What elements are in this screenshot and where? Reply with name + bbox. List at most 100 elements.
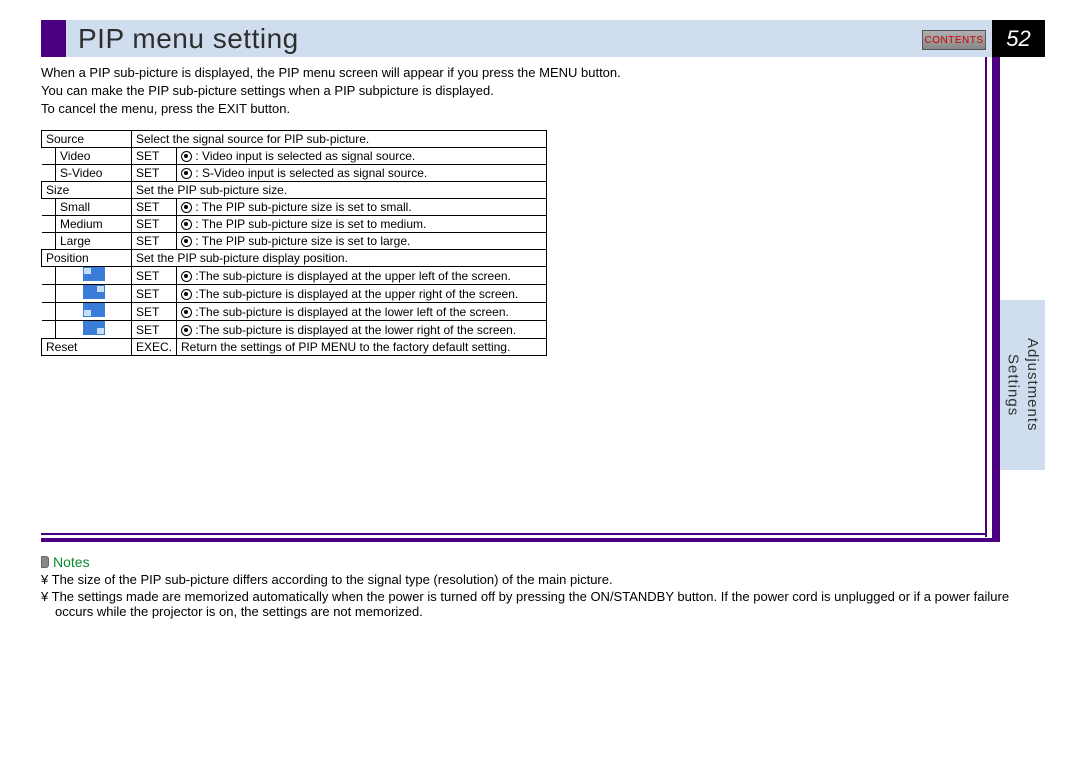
note-2-text: The settings made are memorized automati… <box>52 589 1009 619</box>
page-number-value: 52 <box>1006 26 1030 52</box>
row-position-lr: SET :The sub-picture is displayed at the… <box>42 321 547 339</box>
pip-settings-table: Source Select the signal source for PIP … <box>41 130 547 356</box>
cell-medium-desc-text: : The PIP sub-picture size is set to med… <box>195 217 426 231</box>
cell-pos-ll-desc: :The sub-picture is displayed at the low… <box>177 303 547 321</box>
cell-small-tag: SET <box>132 199 177 216</box>
title-bar: PIP menu setting <box>66 20 992 57</box>
indent <box>42 233 56 250</box>
cell-pos-lr-tag: SET <box>132 321 177 339</box>
section-tab-line2: Settings <box>1005 354 1022 416</box>
indent <box>42 285 56 303</box>
cell-size-label: Size <box>42 182 132 199</box>
cell-video-desc-text: : Video input is selected as signal sour… <box>195 149 415 163</box>
cell-svideo-label: S-Video <box>56 165 132 182</box>
contents-button[interactable]: CONTENTS <box>922 30 986 50</box>
indent <box>42 303 56 321</box>
notes-heading-text: Notes <box>53 554 90 570</box>
set-icon <box>181 289 192 300</box>
set-icon <box>181 271 192 282</box>
row-size-large: Large SET : The PIP sub-picture size is … <box>42 233 547 250</box>
set-icon <box>181 307 192 318</box>
row-size: Size Set the PIP sub-picture size. <box>42 182 547 199</box>
cell-small-label: Small <box>56 199 132 216</box>
divider-vertical-outer <box>992 57 1000 542</box>
cell-large-desc-text: : The PIP sub-picture size is set to lar… <box>195 234 410 248</box>
header-accent <box>41 20 66 57</box>
cell-svideo-desc: : S-Video input is selected as signal so… <box>177 165 547 182</box>
divider-horizontal-outer <box>41 538 1000 542</box>
cell-reset-label: Reset <box>42 339 132 356</box>
page-header: PIP menu setting CONTENTS 52 <box>0 0 1080 57</box>
divider-vertical-inner <box>985 57 987 537</box>
indent <box>42 165 56 182</box>
cell-reset-tag: EXEC. <box>132 339 177 356</box>
row-position: Position Set the PIP sub-picture display… <box>42 250 547 267</box>
cell-pos-ll <box>56 303 132 321</box>
cell-pos-ur-tag: SET <box>132 285 177 303</box>
cell-small-desc-text: : The PIP sub-picture size is set to sma… <box>195 200 411 214</box>
position-lower-left-icon <box>83 303 105 317</box>
body: When a PIP sub-picture is displayed, the… <box>41 62 980 356</box>
cell-pos-ul-desc-text: :The sub-picture is displayed at the upp… <box>195 269 511 283</box>
cell-source-desc: Select the signal source for PIP sub-pic… <box>132 131 547 148</box>
row-source-video: Video SET : Video input is selected as s… <box>42 148 547 165</box>
cell-pos-ur-desc: :The sub-picture is displayed at the upp… <box>177 285 547 303</box>
notes-heading: Notes <box>41 554 1040 570</box>
note-bullet: ¥ <box>41 572 48 587</box>
row-source-svideo: S-Video SET : S-Video input is selected … <box>42 165 547 182</box>
page-number: 52 <box>992 20 1045 57</box>
cell-medium-tag: SET <box>132 216 177 233</box>
indent <box>42 216 56 233</box>
contents-label: CONTENTS <box>925 35 984 46</box>
section-tab-line1: Adjustments <box>1024 338 1041 432</box>
note-1: ¥ The size of the PIP sub-picture differ… <box>41 572 1040 587</box>
set-icon <box>181 151 192 162</box>
row-position-ur: SET :The sub-picture is displayed at the… <box>42 285 547 303</box>
cell-large-tag: SET <box>132 233 177 250</box>
cell-pos-ul <box>56 267 132 285</box>
position-upper-left-icon <box>83 267 105 281</box>
row-reset: Reset EXEC. Return the settings of PIP M… <box>42 339 547 356</box>
cell-pos-ll-tag: SET <box>132 303 177 321</box>
cell-source-label: Source <box>42 131 132 148</box>
cell-video-label: Video <box>56 148 132 165</box>
cell-medium-label: Medium <box>56 216 132 233</box>
cell-position-label: Position <box>42 250 132 267</box>
set-icon <box>181 219 192 230</box>
cell-video-desc: : Video input is selected as signal sour… <box>177 148 547 165</box>
cell-small-desc: : The PIP sub-picture size is set to sma… <box>177 199 547 216</box>
notes-section: Notes ¥ The size of the PIP sub-picture … <box>41 554 1040 621</box>
cell-pos-ll-desc-text: :The sub-picture is displayed at the low… <box>195 305 509 319</box>
intro-line-2: You can make the PIP sub-picture setting… <box>41 83 980 98</box>
position-lower-right-icon <box>83 321 105 335</box>
section-tab-text: Adjustments Settings <box>1003 338 1042 432</box>
cell-svideo-desc-text: : S-Video input is selected as signal so… <box>195 166 427 180</box>
set-icon <box>181 325 192 336</box>
set-icon <box>181 202 192 213</box>
cell-medium-desc: : The PIP sub-picture size is set to med… <box>177 216 547 233</box>
indent <box>42 199 56 216</box>
cell-size-desc: Set the PIP sub-picture size. <box>132 182 547 199</box>
row-position-ll: SET :The sub-picture is displayed at the… <box>42 303 547 321</box>
cell-reset-desc: Return the settings of PIP MENU to the f… <box>177 339 547 356</box>
row-size-medium: Medium SET : The PIP sub-picture size is… <box>42 216 547 233</box>
cell-large-desc: : The PIP sub-picture size is set to lar… <box>177 233 547 250</box>
position-upper-right-icon <box>83 285 105 299</box>
cell-large-label: Large <box>56 233 132 250</box>
note-bullet: ¥ <box>41 589 48 604</box>
cell-position-desc: Set the PIP sub-picture display position… <box>132 250 547 267</box>
cell-pos-lr-desc-text: :The sub-picture is displayed at the low… <box>195 323 516 337</box>
row-source: Source Select the signal source for PIP … <box>42 131 547 148</box>
note-2: ¥ The settings made are memorized automa… <box>41 589 1040 619</box>
cell-pos-ul-desc: :The sub-picture is displayed at the upp… <box>177 267 547 285</box>
intro-line-1: When a PIP sub-picture is displayed, the… <box>41 65 980 80</box>
page-title: PIP menu setting <box>78 23 299 55</box>
book-icon <box>41 556 49 568</box>
cell-pos-ul-tag: SET <box>132 267 177 285</box>
cell-video-tag: SET <box>132 148 177 165</box>
set-icon <box>181 236 192 247</box>
intro-line-3: To cancel the menu, press the EXIT butto… <box>41 101 980 116</box>
section-tab: Adjustments Settings <box>1000 300 1045 470</box>
note-1-text: The size of the PIP sub-picture differs … <box>52 572 613 587</box>
row-size-small: Small SET : The PIP sub-picture size is … <box>42 199 547 216</box>
